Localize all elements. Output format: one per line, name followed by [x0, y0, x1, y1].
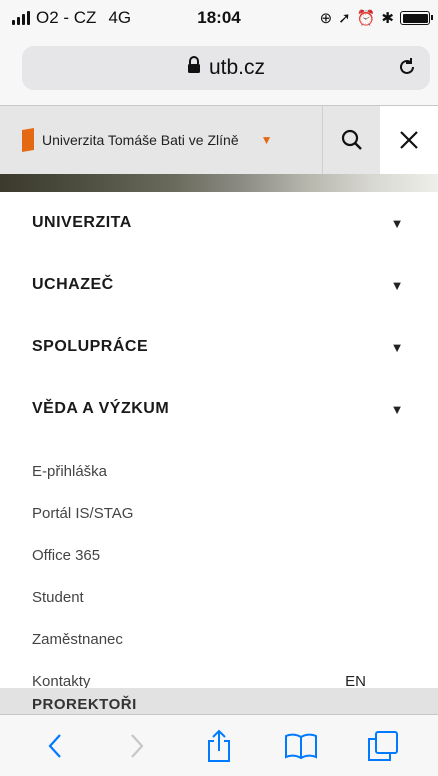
orientation-lock-icon: ⊕ [319, 10, 333, 27]
menu-section-univerzita[interactable]: UNIVERZITA ▼ [0, 192, 438, 254]
alarm-icon: ⏰ [356, 10, 376, 27]
quick-links: E-přihláška Portál IS/STAG Office 365 St… [0, 440, 438, 702]
share-icon [208, 729, 230, 762]
link-zamestnanec[interactable]: Zaměstnanec [0, 618, 438, 660]
caret-down-icon: ▼ [390, 339, 404, 355]
brand-name: Univerzita Tomáše Bati ve Zlíně [42, 132, 239, 148]
bluetooth-icon: ✱ [381, 10, 394, 27]
close-menu-button[interactable] [380, 106, 438, 174]
link-label: Zaměstnanec [32, 630, 123, 648]
link-e-prihlaska[interactable]: E-přihláška [0, 450, 438, 492]
link-label: Portál IS/STAG [32, 504, 134, 522]
tabs-button[interactable] [361, 724, 405, 768]
menu-section-spoluprace[interactable]: SPOLUPRÁCE ▼ [0, 316, 438, 378]
status-bar: O2 - CZ 4G 18:04 ⊕ ➚ ⏰ ✱ [0, 0, 438, 34]
caret-down-icon: ▼ [390, 215, 404, 231]
close-icon [400, 131, 418, 149]
bookmarks-button[interactable] [279, 724, 323, 768]
location-icon: ➚ [338, 10, 351, 27]
menu-section-label: UCHAZEČ [32, 276, 114, 293]
language-switch[interactable]: EN [345, 673, 366, 690]
utb-logo-icon [22, 127, 34, 153]
menu-section-label: VĚDA A VÝZKUM [32, 400, 170, 417]
caret-down-icon: ▼ [390, 401, 404, 417]
battery-icon [400, 11, 433, 25]
search-icon [341, 129, 362, 150]
menu-section-label: SPOLUPRÁCE [32, 338, 149, 355]
book-icon [285, 733, 317, 759]
chevron-down-icon: ▼ [260, 133, 273, 147]
background-section-label: PROREKTOŘI [32, 696, 137, 713]
reload-icon[interactable] [396, 56, 418, 84]
url-text: utb.cz [208, 56, 266, 79]
link-office-365[interactable]: Office 365 [0, 534, 438, 576]
link-label: Office 365 [32, 546, 101, 564]
header-photo [0, 174, 438, 192]
link-label: E-přihláška [32, 462, 108, 480]
back-button[interactable] [33, 724, 77, 768]
address-bar[interactable]: utb.cz [22, 46, 430, 90]
background-section-heading: PROREKTOŘI [0, 688, 438, 714]
link-kontakty[interactable]: Kontakty [32, 673, 90, 690]
university-selector[interactable]: Univerzita Tomáše Bati ve Zlíně ▼ [0, 106, 322, 174]
chevron-left-icon [48, 733, 61, 758]
menu-section-label: UNIVERZITA [32, 214, 132, 231]
lock-icon [187, 56, 201, 80]
link-label: Student [32, 588, 84, 606]
forward-button[interactable] [115, 724, 159, 768]
menu-section-veda-a-vyzkum[interactable]: VĚDA A VÝZKUM ▼ [0, 378, 438, 440]
browser-address-area: utb.cz [0, 34, 438, 106]
chevron-right-icon [131, 733, 144, 758]
menu-section-uchazec[interactable]: UCHAZEČ ▼ [0, 254, 438, 316]
browser-toolbar [0, 714, 438, 776]
link-student[interactable]: Student [0, 576, 438, 618]
tabs-icon [368, 730, 398, 761]
caret-down-icon: ▼ [390, 277, 404, 293]
link-portal-is-stag[interactable]: Portál IS/STAG [0, 492, 438, 534]
share-button[interactable] [197, 724, 241, 768]
site-header: Univerzita Tomáše Bati ve Zlíně ▼ [0, 106, 438, 174]
search-button[interactable] [322, 106, 380, 174]
navigation-menu: UNIVERZITA ▼ UCHAZEČ ▼ SPOLUPRÁCE ▼ VĚDA… [0, 192, 438, 702]
